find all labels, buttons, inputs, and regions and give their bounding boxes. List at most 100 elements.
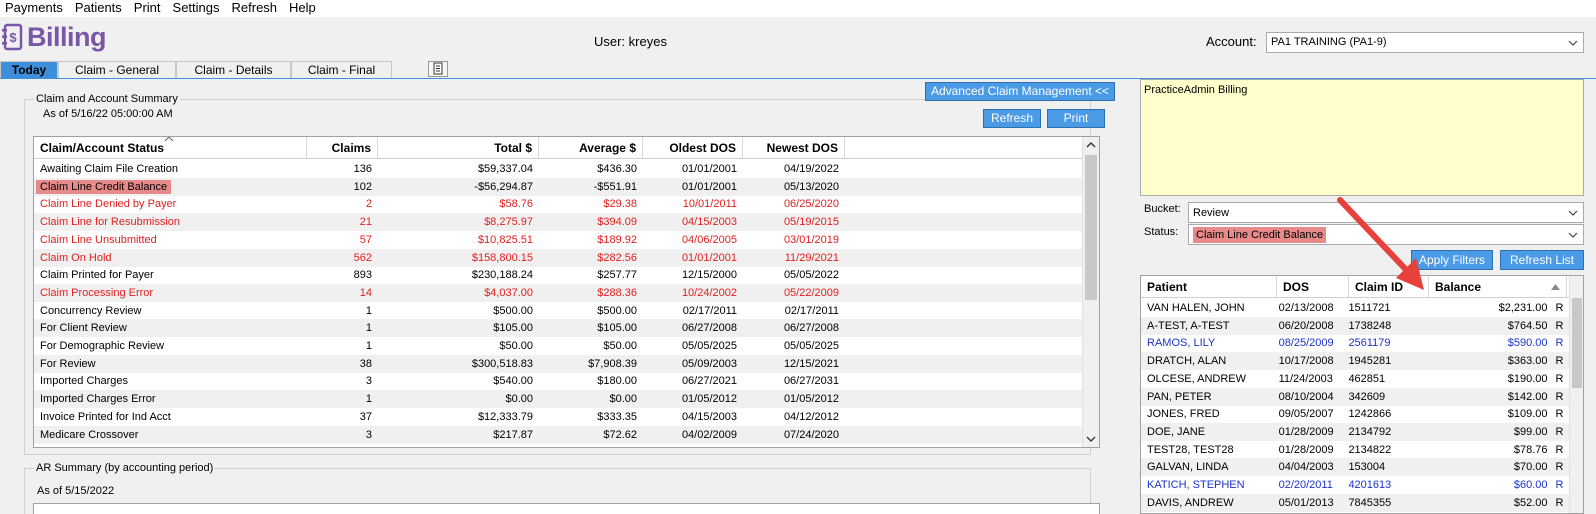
- patient-cell-dos: 06/20/2008: [1278, 319, 1334, 332]
- summary-cell-claims: 136: [353, 163, 372, 175]
- chevron-down-icon: [1568, 210, 1578, 216]
- summary-cell-avg: $394.09: [597, 216, 637, 229]
- patient-row[interactable]: VAN HALEN, JOHN 02/13/2008 1511721 $2,231.0…: [1141, 299, 1571, 317]
- patient-cell-claim: 153004: [1348, 461, 1386, 474]
- summary-row[interactable]: For Review 38 $300,518.83 $7,908.39 05/09/20…: [34, 354, 1084, 373]
- advanced-claim-management-button[interactable]: Advanced Claim Management <<: [925, 82, 1115, 101]
- chevron-down-icon: [1568, 40, 1578, 46]
- document-icon[interactable]: [428, 61, 448, 77]
- summary-group-title: Claim and Account Summary: [34, 93, 180, 105]
- summary-row[interactable]: Medicare Crossover 3 $217.87 $72.62 04/02/20…: [34, 425, 1084, 444]
- summary-row[interactable]: Claim On Hold 562 $158,800.15 $282.56 01/01/…: [34, 248, 1084, 267]
- summary-row[interactable]: Claim Line Unsubmitted 57 $10,825.51 $189.9…: [34, 231, 1084, 249]
- scroll-up-icon[interactable]: [1086, 141, 1096, 149]
- summary-scrollbar[interactable]: [1082, 137, 1099, 447]
- patient-row[interactable]: OLCESE, ANDREW 11/24/2003 462851 $190.00 R: [1141, 370, 1571, 388]
- tab-claim-final[interactable]: Claim - Final: [291, 61, 392, 78]
- menu-help[interactable]: Help: [283, 0, 322, 17]
- print-button[interactable]: Print: [1047, 109, 1105, 128]
- patient-row[interactable]: PAN, PETER 08/10/2004 342609 $142.00 R: [1141, 387, 1571, 406]
- account-select[interactable]: PA1 TRAINING (PA1-9): [1266, 32, 1584, 53]
- patient-scrollbar[interactable]: [1569, 276, 1583, 513]
- summary-cell-total: $58.76: [499, 198, 533, 211]
- summary-cell-oldest: 06/27/2021: [681, 375, 737, 388]
- refresh-button[interactable]: Refresh: [983, 109, 1041, 128]
- patient-cell-patient: JONES, FRED: [1147, 408, 1220, 421]
- patient-row[interactable]: DAVIS, ANDREW 05/01/2013 7845355 $52.00 R: [1141, 493, 1571, 512]
- menu-settings[interactable]: Settings: [167, 0, 226, 17]
- summary-cell-status: Awaiting Claim File Creation: [40, 163, 178, 175]
- patient-cell-dos: 02/13/2008: [1278, 302, 1334, 314]
- col-average[interactable]: Average $: [539, 137, 643, 158]
- col-total[interactable]: Total $: [378, 137, 539, 158]
- summary-cell-newest: 11/29/2021: [784, 251, 839, 264]
- refresh-list-button[interactable]: Refresh List: [1500, 250, 1584, 270]
- patient-cell-patient: TEST28, TEST28: [1147, 443, 1234, 456]
- summary-row[interactable]: Concurrency Review 1 $500.00 $500.00 02/17/2…: [34, 302, 1084, 320]
- user-label: User: kreyes: [594, 34, 667, 49]
- patient-cell-balance: $99.00: [1513, 425, 1548, 438]
- summary-cell-status: For Demographic Review: [40, 340, 165, 352]
- summary-row[interactable]: Claim Printed for Payer 893 $230,188.24 $25…: [34, 266, 1084, 284]
- patient-row[interactable]: DRATCH, ALAN 10/17/2008 1945281 $363.00 R: [1141, 352, 1571, 371]
- summary-row[interactable]: Claim Line for Resubmission 21 $8,275.97 $3…: [34, 213, 1084, 232]
- summary-scroll-thumb[interactable]: [1085, 155, 1097, 300]
- tab-claim-details[interactable]: Claim - Details: [176, 61, 291, 78]
- svg-text:$: $: [9, 30, 17, 45]
- summary-row[interactable]: For Demographic Review 1 $50.00 $50.00 05/05…: [34, 337, 1084, 355]
- status-label: Status:: [1144, 226, 1179, 238]
- summary-cell-status: For Client Review: [40, 322, 127, 335]
- summary-row[interactable]: Invoice Printed for Ind Acct 37 $12,333.79…: [34, 408, 1084, 426]
- col-balance[interactable]: Balance: [1429, 276, 1567, 297]
- patient-cell-balance: $109.00: [1507, 408, 1548, 421]
- summary-cell-total: $59,337.04: [477, 163, 533, 175]
- menu-patients[interactable]: Patients: [69, 0, 128, 17]
- summary-cell-claims: 102: [353, 180, 372, 193]
- summary-cell-avg: $7,908.39: [588, 357, 637, 370]
- patient-row[interactable]: DOE, JANE 01/28/2009 2134792 $99.00 R: [1141, 422, 1571, 441]
- notes-box[interactable]: PracticeAdmin Billing: [1140, 79, 1584, 196]
- summary-row[interactable]: Claim Processing Error 14 $4,037.00 $288.36…: [34, 283, 1084, 302]
- summary-cell-status: Claim Line for Resubmission: [40, 216, 180, 229]
- menu-print[interactable]: Print: [128, 0, 167, 17]
- summary-cell-avg: $436.30: [597, 163, 637, 175]
- summary-row[interactable]: Claim Line Denied by Payer 2 $58.76 $29.38 1…: [34, 195, 1084, 213]
- summary-row[interactable]: For Client Review 1 $105.00 $105.00 06/27/20…: [34, 319, 1084, 338]
- summary-row[interactable]: Imported Charges 3 $540.00 $180.00 06/27/202…: [34, 372, 1084, 390]
- menu-payments[interactable]: Payments: [0, 0, 69, 17]
- summary-row[interactable]: Awaiting Claim File Creation 136 $59,337.0…: [34, 160, 1084, 178]
- patient-cell-claim: 1511721: [1348, 302, 1391, 314]
- col-oldest-dos[interactable]: Oldest DOS: [643, 137, 743, 158]
- col-patient[interactable]: Patient: [1141, 276, 1277, 297]
- patient-cell-claim: 4201613: [1348, 479, 1392, 491]
- col-status[interactable]: Claim/Account Status: [34, 137, 307, 158]
- patient-scroll-thumb[interactable]: [1572, 298, 1582, 388]
- menu-refresh[interactable]: Refresh: [226, 0, 284, 17]
- summary-cell-status-highlight: Claim Line Credit Balance: [36, 179, 172, 194]
- patient-cell-balance: $60.00: [1513, 479, 1548, 491]
- col-claims[interactable]: Claims: [307, 137, 378, 158]
- patient-cell-patient: OLCESE, ANDREW: [1147, 372, 1247, 385]
- col-newest-dos[interactable]: Newest DOS: [743, 137, 845, 158]
- summary-cell-avg: $288.36: [597, 286, 637, 299]
- patient-row[interactable]: RAMOS, LILY 08/25/2009 2561179 $590.00 R: [1141, 334, 1571, 352]
- summary-cell-status: Claim Line Credit Balance: [34, 178, 307, 196]
- patient-row[interactable]: TEST28, TEST28 01/28/2009 2134822 $78.76 R: [1141, 441, 1571, 459]
- summary-row[interactable]: Claim Line Credit Balance 102 -$56,294.87 -…: [34, 177, 1084, 196]
- summary-cell-oldest: 05/09/2003: [681, 357, 737, 370]
- patient-cell-dos: 02/20/2011: [1278, 479, 1333, 491]
- scroll-down-icon[interactable]: [1086, 435, 1096, 443]
- summary-cell-newest: 03/01/2019: [783, 233, 839, 246]
- patient-row[interactable]: A-TEST, A-TEST 06/20/2008 1738248 $764.50 R: [1141, 316, 1571, 335]
- patient-cell-patient: DRATCH, ALAN: [1147, 355, 1227, 368]
- tab-today[interactable]: Today: [0, 61, 58, 78]
- patient-row[interactable]: GALVAN, LINDA 04/04/2003 153004 $70.00 R: [1141, 458, 1571, 477]
- tab-claim-general[interactable]: Claim - General: [58, 61, 176, 78]
- summary-cell-oldest: 01/01/2001: [681, 251, 737, 264]
- summary-cell-total: $300,518.83: [471, 357, 533, 370]
- summary-cell-oldest: 10/24/2002: [681, 286, 737, 299]
- account-value: PA1 TRAINING (PA1-9): [1271, 36, 1387, 48]
- patient-row[interactable]: KATICH, STEPHEN 02/20/2011 4201613 $60.00 R: [1141, 476, 1571, 494]
- summary-row[interactable]: Imported Charges Error 1 $0.00 $0.00 01/05/2…: [34, 390, 1084, 409]
- patient-row[interactable]: JONES, FRED 09/05/2007 1242866 $109.00 R: [1141, 405, 1571, 423]
